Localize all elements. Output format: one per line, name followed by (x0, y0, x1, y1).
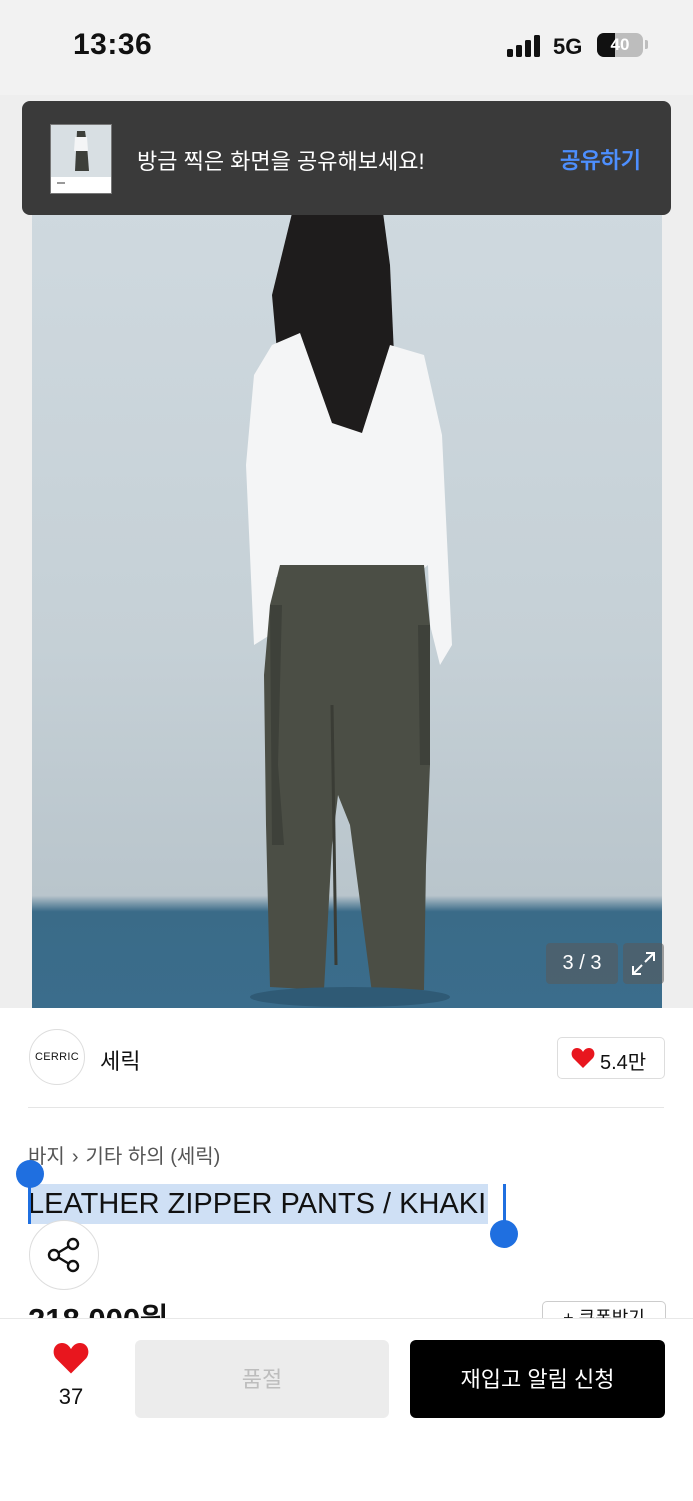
signal-icon (507, 35, 543, 57)
heart-icon (571, 1048, 595, 1068)
coupon-button[interactable]: + 쿠폰받기 (542, 1301, 666, 1319)
screenshot-thumbnail[interactable] (50, 124, 112, 194)
network-label: 5G (553, 34, 583, 59)
selection-start-caret (28, 1184, 31, 1224)
restock-alert-button[interactable]: 재입고 알림 신청 (410, 1340, 665, 1418)
divider (28, 1107, 664, 1108)
brand-like-count: 5.4만 (600, 1052, 647, 1074)
heart-icon (53, 1343, 89, 1374)
selection-start-handle[interactable] (16, 1160, 44, 1188)
selection-end-handle[interactable] (490, 1220, 518, 1248)
brand-like-button[interactable]: 5.4만 (557, 1037, 665, 1079)
selection-end-caret (503, 1184, 506, 1224)
toast-message: 방금 찍은 화면을 공유해보세요! (137, 149, 425, 174)
status-bar: 13:36 5G 40 (0, 0, 693, 95)
battery-tip (645, 40, 648, 49)
share-icon (47, 1237, 80, 1273)
product-title[interactable]: LEATHER ZIPPER PANTS / KHAKI (28, 1184, 488, 1224)
breadcrumb-item-other-bottoms[interactable]: 기타 하의 (세릭) (85, 1146, 220, 1168)
title-selection-highlight: LEATHER ZIPPER PANTS / KHAKI (28, 1184, 489, 1224)
expand-icon (632, 952, 655, 975)
product-image[interactable] (32, 205, 662, 1008)
share-now-button[interactable]: 공유하기 (560, 143, 641, 175)
image-counter: 3 / 3 (546, 943, 618, 984)
expand-button[interactable] (623, 943, 664, 984)
status-time: 13:36 (73, 28, 153, 61)
chevron-right-icon: › (71, 1146, 79, 1168)
brand-name[interactable]: 세릭 (100, 1044, 140, 1076)
sold-out-button: 품절 (135, 1340, 389, 1418)
battery-level: 40 (610, 35, 630, 54)
breadcrumb: 바지 › 기타 하의 (세릭) (28, 1140, 220, 1169)
share-toast: 방금 찍은 화면을 공유해보세요! 공유하기 (22, 101, 671, 215)
product-price: 218,000원 (28, 1300, 169, 1318)
share-button[interactable] (29, 1220, 99, 1290)
battery-icon: 40 (597, 33, 643, 57)
wishlist-count: 37 (58, 1384, 84, 1409)
brand-logo[interactable]: CERRIC (29, 1029, 85, 1085)
